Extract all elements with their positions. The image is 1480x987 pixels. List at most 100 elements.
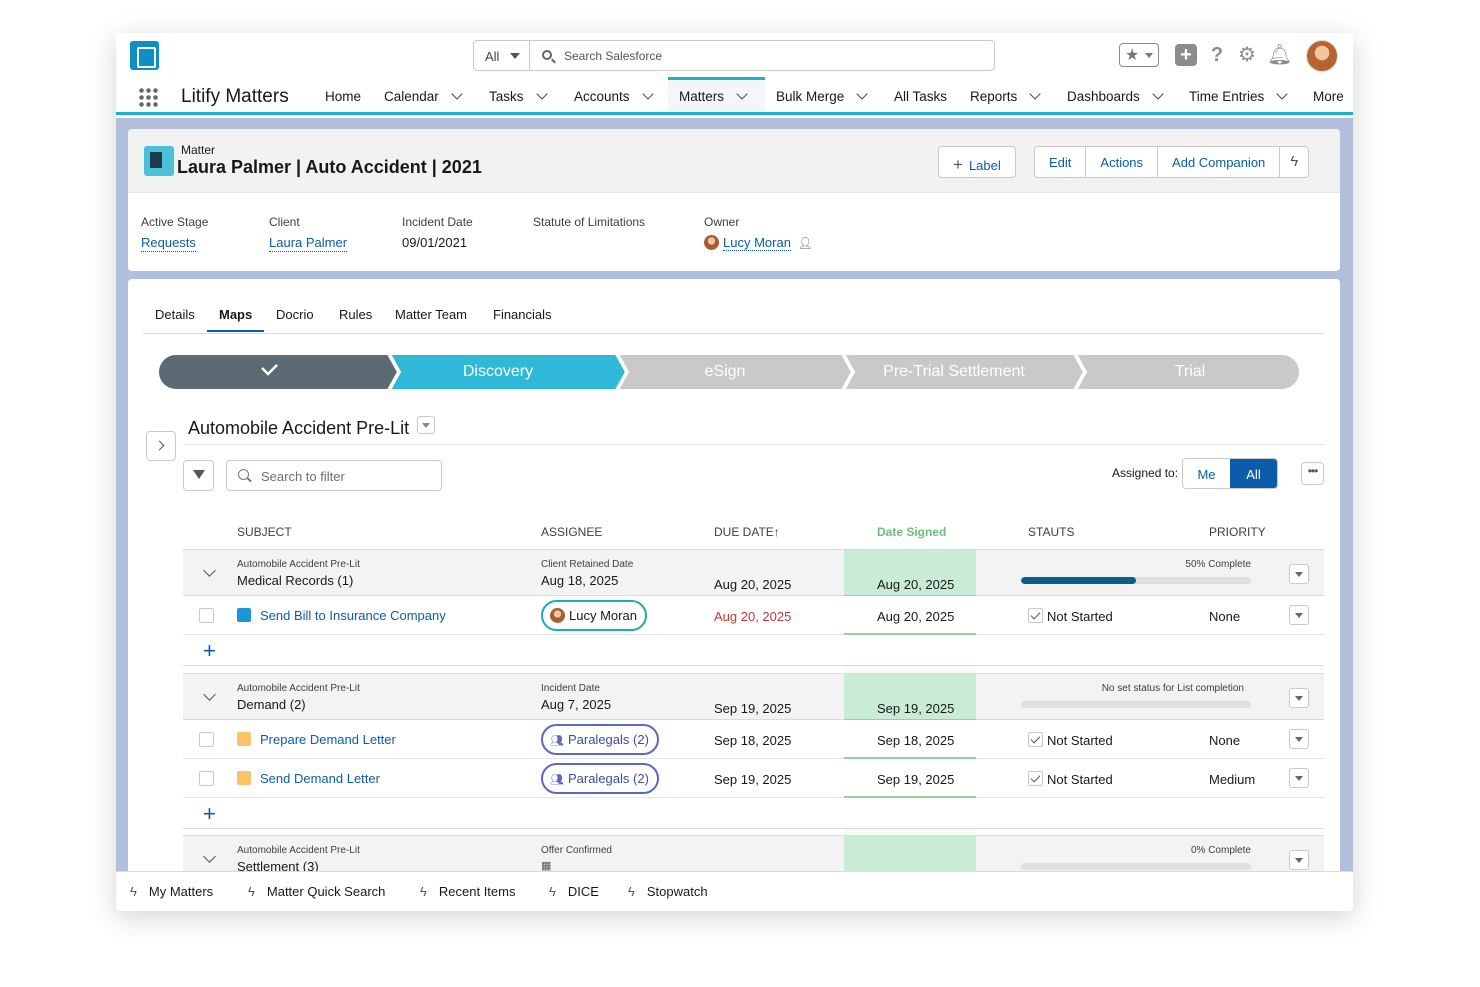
assignee-pill[interactable]: Lucy Moran xyxy=(541,600,647,631)
nav-item-bulk-merge[interactable]: Bulk Merge xyxy=(776,77,868,112)
assigned-all-button[interactable]: All xyxy=(1230,459,1277,488)
row-menu-dropdown[interactable] xyxy=(1289,729,1309,749)
task-subject-link[interactable]: Send Bill to Insurance Company xyxy=(260,608,446,623)
progress-bar xyxy=(1021,863,1251,870)
assignee-pill[interactable]: 👥︎ Paralegals (2) xyxy=(541,724,659,755)
assignee-name: Paralegals (2) xyxy=(567,732,649,747)
chevron-down-icon[interactable] xyxy=(1152,88,1164,100)
row-checkbox[interactable] xyxy=(199,608,214,623)
nav-item-dashboards[interactable]: Dashboards xyxy=(1067,77,1164,112)
tab-financials[interactable]: Financials xyxy=(493,307,552,322)
row-menu-dropdown[interactable] xyxy=(1289,605,1309,625)
nav-item-calendar[interactable]: Calendar xyxy=(384,77,463,112)
stage-label-discovery[interactable]: Discovery xyxy=(400,354,596,390)
group-row-medical-records[interactable]: Automobile Accident Pre-Lit Medical Reco… xyxy=(183,549,1324,597)
help-icon[interactable]: ? xyxy=(1206,44,1228,66)
chevron-down-icon[interactable] xyxy=(535,88,548,100)
row-menu-dropdown[interactable] xyxy=(1289,564,1309,584)
progress-bar xyxy=(1021,577,1251,584)
filter-search-input[interactable]: Search to filter xyxy=(226,460,442,491)
label-button[interactable]: + Label xyxy=(939,147,1015,177)
star-icon: ★ xyxy=(1125,47,1140,64)
column-header-due-date[interactable]: DUE DATE↑ xyxy=(714,525,780,539)
lightning-icon: ϟ xyxy=(549,884,556,899)
utility-item-my-matters[interactable]: ϟ My Matters xyxy=(130,884,213,899)
tab-matter-team[interactable]: Matter Team xyxy=(395,307,467,322)
app-window: All Search Salesforce ★ + ? ⚙ 🔔︎ Litify … xyxy=(116,33,1353,911)
nav-item-reports[interactable]: Reports xyxy=(970,77,1041,112)
client-link[interactable]: Laura Palmer xyxy=(269,235,348,252)
user-avatar[interactable] xyxy=(1306,40,1338,72)
add-task-plus-icon[interactable]: + xyxy=(203,638,216,664)
tab-details[interactable]: Details xyxy=(155,307,195,322)
stage-label-trial[interactable]: Trial xyxy=(1086,354,1294,390)
group-row-demand[interactable]: Automobile Accident Pre-Lit Demand (2) I… xyxy=(183,673,1324,721)
nav-item-matters[interactable]: Matters xyxy=(668,77,765,112)
group-due-date: Aug 20, 2025 xyxy=(714,577,792,592)
app-launcher-icon[interactable] xyxy=(138,87,158,107)
chevron-down-icon[interactable] xyxy=(451,88,463,100)
tab-docrio[interactable]: Docrio xyxy=(276,307,314,322)
nav-item-tasks[interactable]: Tasks xyxy=(489,77,548,112)
sidebar-toggle-button[interactable] xyxy=(146,431,176,461)
chevron-down-icon[interactable] xyxy=(203,850,216,863)
stage-label-esign[interactable]: eSign xyxy=(628,354,822,390)
group-signed-cell: Aug 20, 2025 xyxy=(844,550,976,597)
utility-item-matter-quick-search[interactable]: ϟ Matter Quick Search xyxy=(248,884,385,899)
lightning-icon[interactable]: ϟ xyxy=(1280,147,1308,177)
global-actions-plus-icon[interactable]: + xyxy=(1175,44,1197,66)
utility-item-stopwatch[interactable]: ϟ Stopwatch xyxy=(628,884,708,899)
global-search-input[interactable]: Search Salesforce xyxy=(529,40,995,71)
nav-item-accounts[interactable]: Accounts xyxy=(574,77,654,112)
actions-button[interactable]: Actions xyxy=(1086,147,1159,177)
column-header-subject[interactable]: SUBJECT xyxy=(237,525,292,539)
stage-label-pre-trial-settlement[interactable]: Pre-Trial Settlement xyxy=(854,354,1054,390)
change-owner-icon[interactable]: 👤︎ xyxy=(798,236,813,250)
nav-item-more[interactable]: More xyxy=(1313,77,1344,112)
utility-item-recent-items[interactable]: ϟ Recent Items xyxy=(420,884,515,899)
chevron-down-icon[interactable] xyxy=(1029,88,1041,100)
add-companion-button[interactable]: Add Companion xyxy=(1158,147,1281,177)
chevron-down-icon[interactable] xyxy=(641,88,654,100)
nav-item-home[interactable]: Home xyxy=(325,77,361,112)
column-header-date-signed[interactable]: Date Signed xyxy=(877,525,946,539)
column-header-status[interactable]: STAUTS xyxy=(1028,525,1074,539)
list-menu-dropdown[interactable] xyxy=(417,416,436,434)
task-row[interactable]: Send Bill to Insurance Company Lucy Mora… xyxy=(183,596,1324,635)
owner-link[interactable]: Lucy Moran xyxy=(723,235,791,251)
active-stage-link[interactable]: Requests xyxy=(141,235,196,252)
assigned-me-button[interactable]: Me xyxy=(1183,459,1230,488)
favorites-button[interactable]: ★ xyxy=(1119,43,1159,67)
chevron-down-icon[interactable] xyxy=(1276,88,1288,100)
edit-button[interactable]: Edit xyxy=(1035,147,1087,177)
gear-icon[interactable]: ⚙ xyxy=(1236,44,1258,66)
lightning-icon: ϟ xyxy=(130,884,137,899)
utility-item-dice[interactable]: ϟ DICE xyxy=(549,884,599,899)
tab-rules[interactable]: Rules xyxy=(339,307,372,322)
chevron-down-icon[interactable] xyxy=(736,88,748,100)
add-task-plus-icon[interactable]: + xyxy=(203,801,216,827)
more-options-button[interactable]: ••• xyxy=(1301,462,1324,485)
row-menu-dropdown[interactable] xyxy=(1289,850,1309,870)
search-scope-dropdown[interactable]: All xyxy=(473,40,530,71)
tab-maps[interactable]: Maps xyxy=(207,307,265,332)
row-menu-dropdown[interactable] xyxy=(1289,768,1309,788)
record-action-buttons: Edit Actions Add Companion ϟ xyxy=(1034,146,1310,178)
task-row[interactable]: Prepare Demand Letter 👥︎ Paralegals (2) S… xyxy=(183,720,1324,759)
nav-item-all-tasks[interactable]: All Tasks xyxy=(894,77,947,112)
row-checkbox[interactable] xyxy=(199,732,214,747)
nav-item-time-entries[interactable]: Time Entries xyxy=(1189,77,1288,112)
bell-icon[interactable]: 🔔︎ xyxy=(1267,44,1292,66)
chevron-down-icon[interactable] xyxy=(203,564,216,577)
row-menu-dropdown[interactable] xyxy=(1289,688,1309,708)
task-subject-link[interactable]: Prepare Demand Letter xyxy=(260,732,396,747)
row-checkbox[interactable] xyxy=(199,771,214,786)
column-header-assignee[interactable]: ASSIGNEE xyxy=(541,525,602,539)
assignee-pill[interactable]: 👥︎ Paralegals (2) xyxy=(541,763,659,794)
task-subject-link[interactable]: Send Demand Letter xyxy=(260,771,380,786)
task-row[interactable]: Send Demand Letter 👥︎ Paralegals (2) Sep … xyxy=(183,759,1324,798)
filter-button[interactable] xyxy=(183,460,214,491)
column-header-priority[interactable]: PRIORITY xyxy=(1209,525,1266,539)
chevron-down-icon[interactable] xyxy=(203,688,216,701)
chevron-down-icon[interactable] xyxy=(856,88,868,100)
